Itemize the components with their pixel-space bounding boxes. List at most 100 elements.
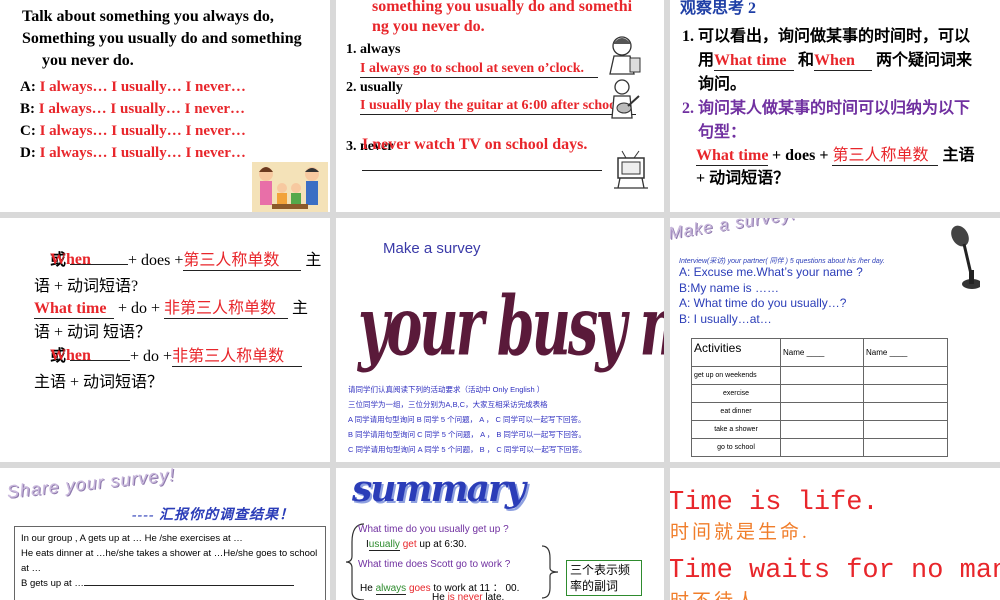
question-1: What time do you usually get up ? — [358, 524, 509, 535]
item1-label: 1. always — [346, 42, 401, 57]
slide-7[interactable]: Share your survey! ---- 汇报你的调查结果！ In our… — [0, 468, 330, 600]
s4-line4: 语 + 动词 短语？ — [34, 324, 152, 341]
item1-answer: I always go to school at seven o’clock. — [360, 61, 598, 78]
activity-cell: exercise — [691, 384, 781, 403]
p1-line3: 询问。 — [698, 76, 747, 93]
table-row: go to school — [691, 438, 948, 457]
answer-cell[interactable] — [863, 420, 948, 439]
tv-clipart-icon — [614, 150, 648, 189]
instructions: 请同学们认真阅读下列的活动要求（活动中 Only English ） 三位同学为… — [348, 382, 586, 457]
answer-3: He is never late. — [432, 592, 505, 600]
report-line: In our group , A gets up at … He /she ex… — [21, 533, 243, 544]
brace-right-icon — [541, 545, 559, 599]
item3-answer: I never watch TV on school days. — [362, 136, 588, 153]
answer-cell[interactable] — [863, 438, 948, 457]
instruction-line: 三位同学为一组，三位分别为A,B,C，大家互相采访完成表格 — [348, 400, 548, 409]
slide3-heading: 观察思考 2 — [680, 0, 757, 17]
activity-cell: go to school — [691, 438, 781, 457]
answer-cell[interactable] — [780, 366, 864, 385]
instruction-line: B 同学请用句型询问 C 同学 5 个问题， A ， B 同学可以一起写下回答。 — [348, 430, 586, 439]
question-2: What time does Scott go to work ? — [358, 559, 511, 570]
slide-9[interactable]: Time is life. 时间就是生命. Time waits for no … — [670, 468, 1000, 600]
survey-table: Activities Name ____ Name ____ get up on… — [691, 338, 948, 457]
slide6-title: Make a survey! — [670, 218, 798, 244]
answer-cell[interactable] — [863, 402, 948, 421]
slide-1[interactable]: Talk about something you always do, Some… — [0, 0, 330, 212]
table-header-row: Activities Name ____ Name ____ — [691, 338, 948, 367]
table-row: get up on weekends — [691, 366, 948, 385]
header-name-2[interactable]: Name ____ — [863, 338, 948, 367]
report-box: In our group , A gets up at … He /she ex… — [14, 526, 326, 600]
big-text: your busy morning — [358, 278, 664, 374]
row-d: D: I always… I usually… I never… — [20, 145, 246, 161]
item2-label: 2. usually — [346, 80, 403, 95]
dialog-line: A: Excuse me.What’s your name ? — [679, 265, 863, 279]
slide-3[interactable]: 观察思考 2 1. 可以看出，询问做某事的时间时，可以 用What time 和… — [670, 0, 1000, 212]
slide-2[interactable]: something you usually do and somethi ng … — [336, 0, 664, 212]
dialog-line: B:My name is …… — [679, 280, 780, 295]
title-line: you never do. — [42, 52, 134, 69]
quote-line-4: 时不待人 — [670, 586, 758, 600]
blank-what-time: What time — [714, 52, 795, 71]
s4-line5: 或 When + do +非第三人称单数 — [50, 342, 303, 367]
slide8-title: summary — [352, 468, 526, 510]
row-a: A: I always… I usually… I never… — [20, 79, 246, 95]
heading-line: ng you never do. — [372, 18, 485, 35]
slide7-title: Share your survey! — [5, 468, 177, 503]
p2-line1: 2. 询问某人做某事的时间可以归纳为以下 — [682, 100, 971, 117]
slide-5[interactable]: Make a survey your busy morning 请同学们认真阅读… — [336, 218, 664, 462]
table-row: take a shower — [691, 420, 948, 439]
family-clipart-icon — [252, 162, 328, 212]
pattern-line2: + 动词短语？ — [696, 170, 790, 187]
slide-6[interactable]: Make a survey! Interview(采访) your partne… — [670, 218, 1000, 462]
answer-cell[interactable] — [863, 366, 948, 385]
blank-what-time2: What time — [34, 300, 114, 319]
quote-line-2: 时间就是生命. — [670, 522, 810, 543]
item3-underline — [362, 170, 602, 171]
slide-4[interactable]: 或 When + does +第三人称单数 主 语 + 动词短语? What ti… — [0, 218, 330, 462]
answer-cell[interactable] — [863, 384, 948, 403]
s4-line2: 语 + 动词短语? — [34, 278, 139, 295]
slide7-subtitle: ---- 汇报你的调查结果！ — [132, 508, 295, 523]
answer-1: Iusually get up at 6:30. — [366, 539, 467, 551]
row-b: B: I always… I usually… I never… — [20, 101, 246, 117]
blank-nonthird: 非第三人称单数 — [164, 294, 289, 319]
answer-cell[interactable] — [780, 384, 864, 403]
guitar-player-icon — [611, 79, 640, 119]
quote-line-3: Time waits for no man — [670, 556, 1000, 586]
table-row: eat dinner — [691, 402, 948, 421]
answer-cell[interactable] — [780, 420, 864, 439]
instruction-line: A 同学请用句型询问 B 同学 5 个问题， A ， C 同学可以一起写下回答。 — [348, 415, 586, 424]
item2-answer: I usually play the guitar at 6:00 after … — [360, 98, 636, 115]
microphone-icon — [951, 225, 980, 289]
title-line: Talk about something you always do, — [22, 8, 274, 25]
quote-line-1: Time is life. — [670, 488, 879, 518]
header-activities: Activities — [691, 338, 781, 367]
pattern-blank-third-person: 第三人称单数 — [832, 141, 939, 166]
slide1-title: Talk about something you always do, Some… — [22, 6, 327, 72]
header-name-1[interactable]: Name ____ — [780, 338, 864, 367]
heading-line: something you usually do and somethi — [372, 0, 633, 15]
dialog-line: A: What time do you usually…? — [679, 296, 847, 310]
p1-line1: 1. 可以看出，询问做某事的时间时，可以 — [682, 28, 971, 45]
instruction-line: C 同学请用句型询问 A 同学 5 个问题， B ， C 同学可以一起写下回答。 — [348, 445, 587, 454]
dialog: A: Excuse me.What’s your name ? B:My nam… — [679, 265, 863, 327]
s4-line3: What time + do + 非第三人称单数 主 — [34, 294, 308, 319]
row-c: C: I always… I usually… I never… — [20, 123, 246, 139]
p2-line2: 句型： — [698, 124, 747, 141]
blank-when: When — [814, 52, 873, 71]
activity-cell: eat dinner — [691, 402, 781, 421]
frequency-adverb-box: 三个表示频率的副词 — [566, 560, 642, 596]
student-clipart-icon — [609, 36, 641, 75]
activity-cell: get up on weekends — [691, 366, 781, 385]
slide-8[interactable]: summary What time do you usually get up … — [336, 468, 664, 600]
title-line: Something you usually do and something — [22, 30, 302, 47]
pattern-line: What time + does + 第三人称单数 主语 — [696, 141, 974, 166]
answer-cell[interactable] — [780, 402, 864, 421]
s4-line6: 主语 + 动词短语？ — [34, 374, 164, 391]
answer-cell[interactable] — [780, 438, 864, 457]
p1-line2: 用What time 和When 两个疑问词来 — [698, 52, 973, 71]
dialog-line: B: I usually…at… — [679, 311, 772, 326]
report-line: He eats dinner at …he/she takes a shower… — [21, 548, 318, 574]
slide1-rows: A: I always… I usually… I never… B: I al… — [20, 76, 246, 164]
